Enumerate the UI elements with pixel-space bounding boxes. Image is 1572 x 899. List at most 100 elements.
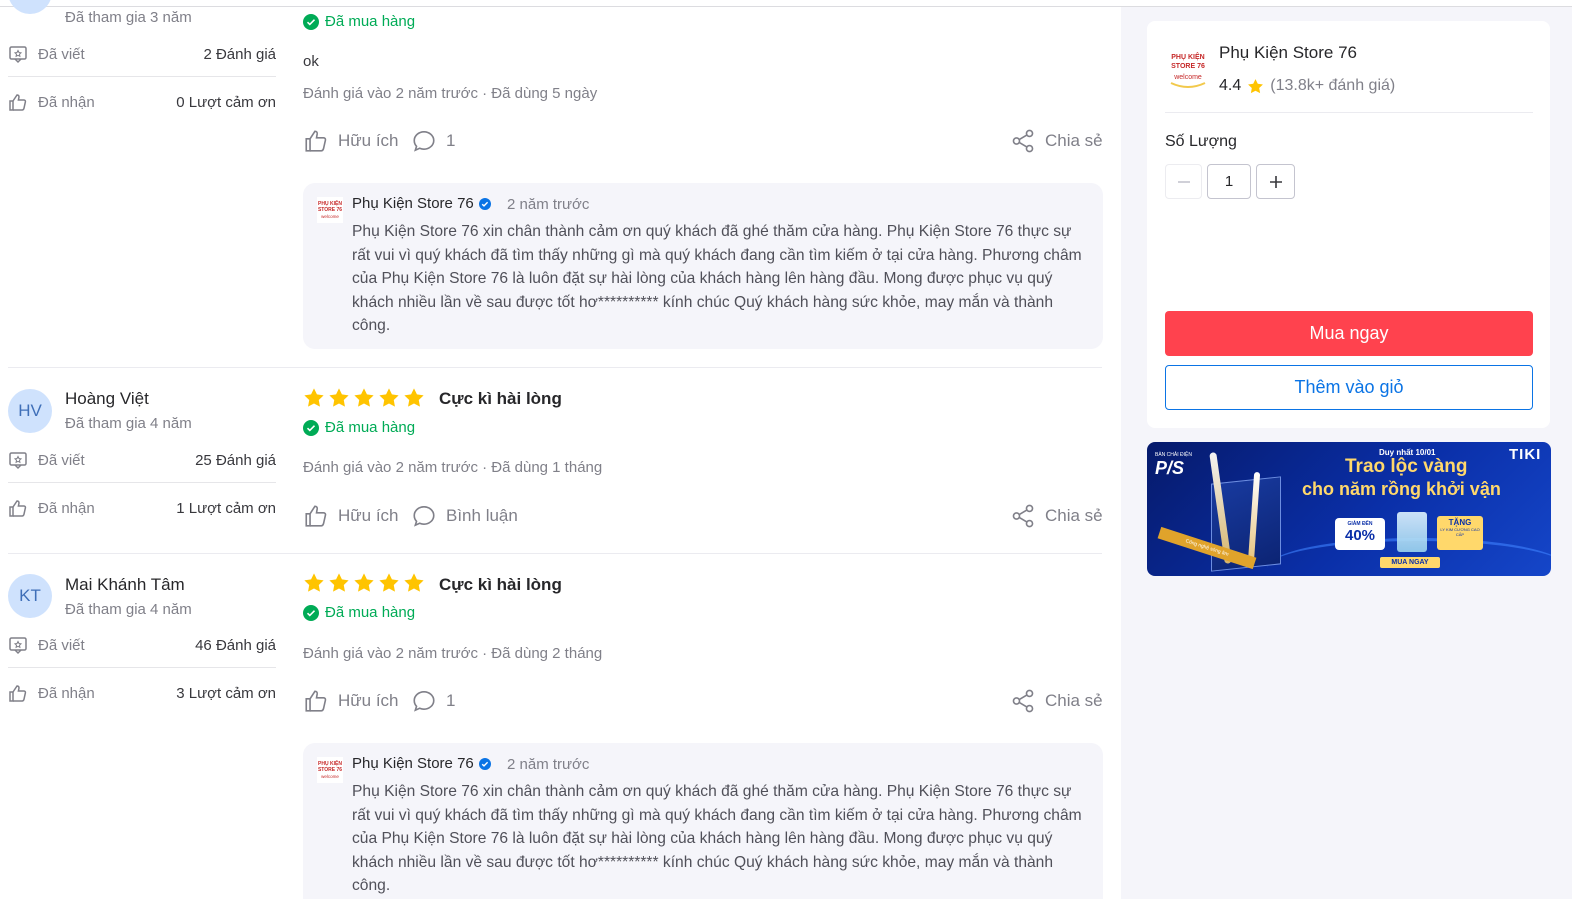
rating-stars (303, 387, 425, 409)
banner-cta-button[interactable]: MUA NGAY (1380, 557, 1440, 568)
svg-text:STORE 76: STORE 76 (318, 767, 342, 773)
purchased-badge: Đã mua hàng (303, 604, 415, 621)
banner-gift-label: TẶNG (1448, 518, 1472, 527)
share-button[interactable]: Chia sẻ (1010, 501, 1103, 531)
check-circle-icon (303, 13, 319, 30)
share-label: Chia sẻ (1045, 691, 1103, 710)
quantity-increase-button[interactable] (1256, 164, 1295, 199)
helpful-label: Hữu ích (338, 691, 399, 710)
svg-text:PHỤ KIỆN: PHỤ KIỆN (318, 759, 342, 767)
review-actions: Hữu ích 1 Chia sẻ (303, 686, 1103, 716)
helpful-button[interactable]: Hữu ích (303, 501, 399, 531)
review-meta: Đánh giá vào 2 năm trước · Đã dùng 5 ngà… (303, 85, 598, 102)
share-icon (1012, 504, 1034, 528)
review-meta: Đánh giá vào 2 năm trước · Đã dùng 1 thá… (303, 459, 603, 476)
reply-time: 2 năm trước (507, 756, 590, 773)
reviewer-written-stat: Đã viết 46 Đánh giá (8, 634, 276, 656)
thanks-value: 0 Lượt cảm ơn (176, 93, 276, 111)
reviewer-joined: Đã tham gia 4 năm (65, 415, 192, 432)
purchased-badge: Đã mua hàng (303, 13, 415, 30)
stat-divider (8, 667, 276, 668)
thanks-label: Đã nhận (38, 93, 95, 111)
banner-subheadline: cho năm rồng khởi vận (1302, 479, 1501, 499)
review-written-icon (8, 450, 28, 470)
banner-discount-value: 40% (1344, 527, 1376, 544)
quantity-decrease-button[interactable] (1165, 164, 1202, 199)
review-written-icon (8, 44, 28, 64)
thumbs-up-icon (8, 683, 28, 703)
thanks-value: 1 Lượt cảm ơn (176, 499, 276, 517)
quantity-input[interactable]: 1 (1207, 164, 1251, 199)
purchased-label: Đã mua hàng (325, 13, 416, 30)
thanks-label: Đã nhận (38, 684, 95, 702)
share-button[interactable]: Chia sẻ (1010, 126, 1103, 156)
star-icon (329, 388, 349, 407)
banner-brand-logo: P/S (1155, 458, 1185, 478)
comment-label: Bình luận (446, 506, 518, 525)
banner-discount: GIẢM ĐẾN 40% (1335, 518, 1385, 550)
star-icon (404, 573, 424, 592)
helpful-button[interactable]: Hữu ích (303, 126, 399, 156)
review-divider (8, 367, 1102, 368)
svg-text:STORE 76: STORE 76 (318, 207, 342, 213)
thanks-label: Đã nhận (38, 499, 95, 517)
svg-text:STORE 76: STORE 76 (1171, 63, 1205, 70)
svg-text:welcome: welcome (321, 774, 339, 779)
reply-shop-label: Phụ Kiện Store 76 (352, 755, 474, 772)
helpful-button[interactable]: Hữu ích (303, 686, 399, 716)
purchased-badge: Đã mua hàng (303, 419, 415, 436)
star-icon (379, 573, 399, 592)
avatar: HV (8, 389, 52, 433)
reply-shop-name: Phụ Kiện Store 76 (352, 195, 492, 212)
thumbs-up-icon (8, 498, 28, 518)
written-label: Đã viết (38, 45, 85, 63)
seller-logo: PHỤ KIỆNSTORE 76welcome (317, 757, 343, 783)
quantity-label: Số Lượng (1165, 133, 1237, 150)
star-icon (354, 573, 374, 592)
promo-banner[interactable]: Công nghệ sóng âm BÀN CHẢI ĐIỆN P/S Duy … (1147, 442, 1551, 576)
star-icon (329, 573, 349, 592)
seller-reply: PHỤ KIỆN STORE 76 welcome Phụ Kiện Store 7… (303, 743, 1103, 899)
star-icon (1248, 78, 1264, 93)
purchased-label: Đã mua hàng (325, 419, 416, 436)
star-icon (404, 388, 424, 407)
add-to-cart-button[interactable]: Thêm vào giỏ (1165, 365, 1533, 410)
thumbs-up-icon (305, 505, 327, 527)
purchase-card: PHỤ KIỆN STORE 76 welcome Phụ Kiện Store… (1147, 21, 1550, 428)
thanks-value: 3 Lượt cảm ơn (176, 684, 276, 702)
review-content: ok (303, 53, 319, 70)
comment-icon (413, 130, 435, 152)
comment-button[interactable]: Bình luận (411, 501, 518, 531)
star-icon (304, 388, 324, 407)
share-button[interactable]: Chia sẻ (1010, 686, 1103, 716)
written-value: 46 Đánh giá (195, 636, 276, 654)
reviewer-joined: Đã tham gia 4 năm (65, 601, 192, 618)
minus-icon (1177, 180, 1190, 183)
reply-text: Phụ Kiện Store 76 xin chân thành cảm ơn … (352, 783, 1082, 895)
review-actions: Hữu ích 1 Chia sẻ (303, 126, 1103, 156)
verified-icon (478, 197, 491, 210)
comment-icon (413, 690, 435, 712)
svg-text:PHỤ KIỆN: PHỤ KIỆN (318, 199, 342, 207)
svg-text:PHỤ KIỆN: PHỤ KIỆN (1171, 52, 1204, 61)
stat-divider (8, 76, 276, 77)
star-icon (304, 573, 324, 592)
seller-logo[interactable]: PHỤ KIỆN STORE 76 welcome (1165, 47, 1211, 93)
comment-button[interactable]: 1 (411, 126, 455, 156)
verified-icon (478, 757, 491, 770)
avatar: AA (8, 0, 52, 14)
comment-button[interactable]: 1 (411, 686, 455, 716)
seller-rating: 4.4 (13.8k+ đánh giá) (1219, 77, 1395, 95)
reviewer-thanks-stat: Đã nhận 1 Lượt cảm ơn (8, 497, 276, 519)
seller-name[interactable]: Phụ Kiện Store 76 (1219, 43, 1357, 63)
reviewer-thanks-stat: Đã nhận 3 Lượt cảm ơn (8, 682, 276, 704)
reviewer-joined: Đã tham gia 3 năm (65, 9, 192, 26)
buy-now-button[interactable]: Mua ngay (1165, 311, 1533, 356)
written-value: 2 Đánh giá (203, 45, 276, 63)
review-title: Cực kì hài lòng (439, 389, 562, 408)
reply-shop-label: Phụ Kiện Store 76 (352, 195, 474, 212)
written-label: Đã viết (38, 451, 85, 469)
review-divider (8, 553, 1102, 554)
reply-text: Phụ Kiện Store 76 xin chân thành cảm ơn … (352, 223, 1082, 335)
seller-reply: PHỤ KIỆN STORE 76 welcome Phụ Kiện Store 7… (303, 183, 1103, 349)
